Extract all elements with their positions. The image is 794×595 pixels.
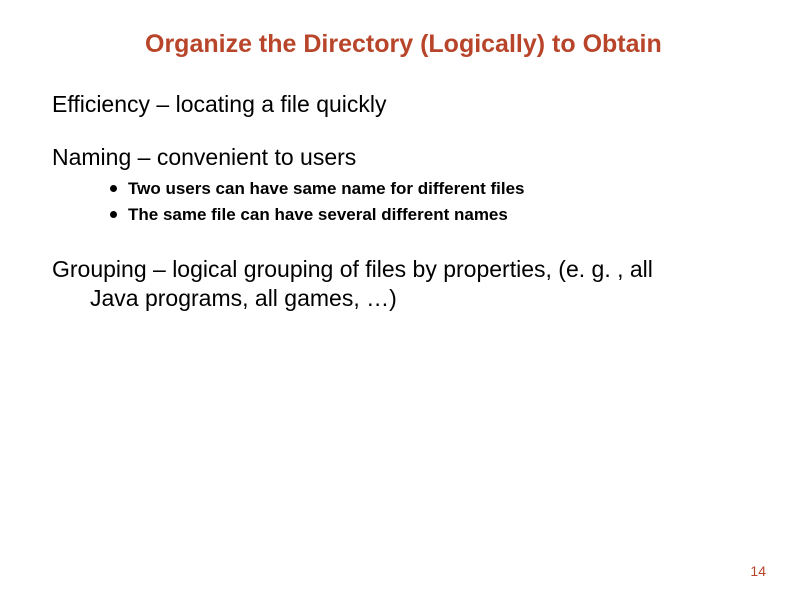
subpoint-2: The same file can have several different…: [110, 204, 742, 227]
point-grouping: Grouping – logical grouping of files by …: [52, 255, 742, 313]
naming-subpoints: Two users can have same name for differe…: [110, 178, 742, 228]
subpoint-1: Two users can have same name for differe…: [110, 178, 742, 201]
slide: Organize the Directory (Logically) to Ob…: [0, 0, 794, 595]
grouping-line2: Java programs, all games, …): [52, 284, 742, 313]
page-number: 14: [750, 563, 766, 579]
slide-title: Organize the Directory (Logically) to Ob…: [145, 30, 662, 59]
point-efficiency: Efficiency – locating a file quickly: [52, 90, 742, 119]
slide-body: Efficiency – locating a file quickly Nam…: [52, 90, 742, 313]
point-naming: Naming – convenient to users: [52, 143, 742, 172]
grouping-line1: Grouping – logical grouping of files by …: [52, 256, 653, 282]
